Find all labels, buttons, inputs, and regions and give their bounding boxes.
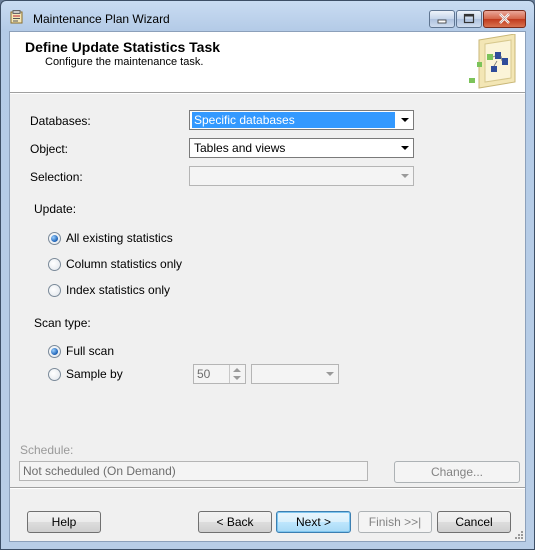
radio-full-scan[interactable] <box>48 345 61 358</box>
page-title: Define Update Statistics Task <box>25 39 221 55</box>
scan-type-label: Scan type: <box>34 316 91 330</box>
radio-column-statistics-only[interactable] <box>48 258 61 271</box>
stepper-up-icon[interactable] <box>233 368 241 372</box>
update-label: Update: <box>34 202 77 216</box>
stepper-down-icon[interactable] <box>233 376 241 380</box>
wizard-window: Maintenance Plan Wizard Define Update St… <box>0 0 535 550</box>
window-title: Maintenance Plan Wizard <box>33 12 170 26</box>
option-all-existing-statistics[interactable]: All existing statistics <box>66 231 173 245</box>
minimize-button[interactable] <box>429 10 455 28</box>
selection-value <box>192 168 395 184</box>
maximize-icon <box>463 13 475 24</box>
close-button[interactable] <box>483 10 526 28</box>
wizard-header: Define Update Statistics Task Configure … <box>10 32 525 93</box>
schedule-field[interactable]: Not scheduled (On Demand) <box>19 461 368 481</box>
option-index-statistics-only[interactable]: Index statistics only <box>66 283 170 297</box>
chevron-down-icon[interactable] <box>322 366 337 382</box>
sample-value: 50 <box>197 367 211 381</box>
chevron-down-icon[interactable] <box>397 112 412 128</box>
object-label: Object: <box>30 142 69 156</box>
footer-divider-highlight <box>10 488 525 489</box>
object-dropdown[interactable]: Tables and views <box>189 138 414 158</box>
help-button[interactable]: Help <box>27 511 101 533</box>
chevron-down-icon[interactable] <box>397 140 412 156</box>
option-full-scan[interactable]: Full scan <box>66 344 114 358</box>
app-icon <box>10 10 23 24</box>
sample-value-stepper[interactable]: 50 <box>193 364 246 384</box>
databases-dropdown[interactable]: Specific databases <box>189 110 414 130</box>
sample-unit-dropdown[interactable] <box>251 364 339 384</box>
databases-value: Specific databases <box>192 112 395 128</box>
header-divider <box>10 93 525 94</box>
change-schedule-button[interactable]: Change... <box>394 461 520 483</box>
selection-dropdown[interactable] <box>189 166 414 186</box>
wizard-body: Define Update Statistics Task Configure … <box>9 31 526 542</box>
back-button[interactable]: < Back <box>198 511 272 533</box>
schedule-label: Schedule: <box>20 443 74 457</box>
close-icon <box>499 13 510 24</box>
next-button[interactable]: Next > <box>276 511 351 533</box>
databases-label: Databases: <box>30 114 91 128</box>
page-subtitle: Configure the maintenance task. <box>45 56 204 68</box>
wizard-banner-icon <box>469 34 516 89</box>
cancel-button[interactable]: Cancel <box>437 511 511 533</box>
sample-unit-value <box>254 366 320 382</box>
finish-button[interactable]: Finish >>| <box>358 511 432 533</box>
selection-label: Selection: <box>30 170 83 184</box>
title-bar[interactable]: Maintenance Plan Wizard <box>1 1 534 31</box>
radio-selected-dot <box>51 348 58 355</box>
maximize-button[interactable] <box>456 10 482 28</box>
stepper-buttons <box>229 365 245 383</box>
option-column-statistics-only[interactable]: Column statistics only <box>66 257 182 271</box>
radio-sample-by[interactable] <box>48 368 61 381</box>
radio-selected-dot <box>51 235 58 242</box>
chevron-down-icon[interactable] <box>397 168 412 184</box>
radio-index-statistics-only[interactable] <box>48 284 61 297</box>
minimize-icon <box>437 19 447 24</box>
option-sample-by[interactable]: Sample by <box>66 367 123 381</box>
object-value: Tables and views <box>194 141 286 155</box>
resize-grip-icon[interactable] <box>513 529 524 540</box>
radio-all-existing-statistics[interactable] <box>48 232 61 245</box>
